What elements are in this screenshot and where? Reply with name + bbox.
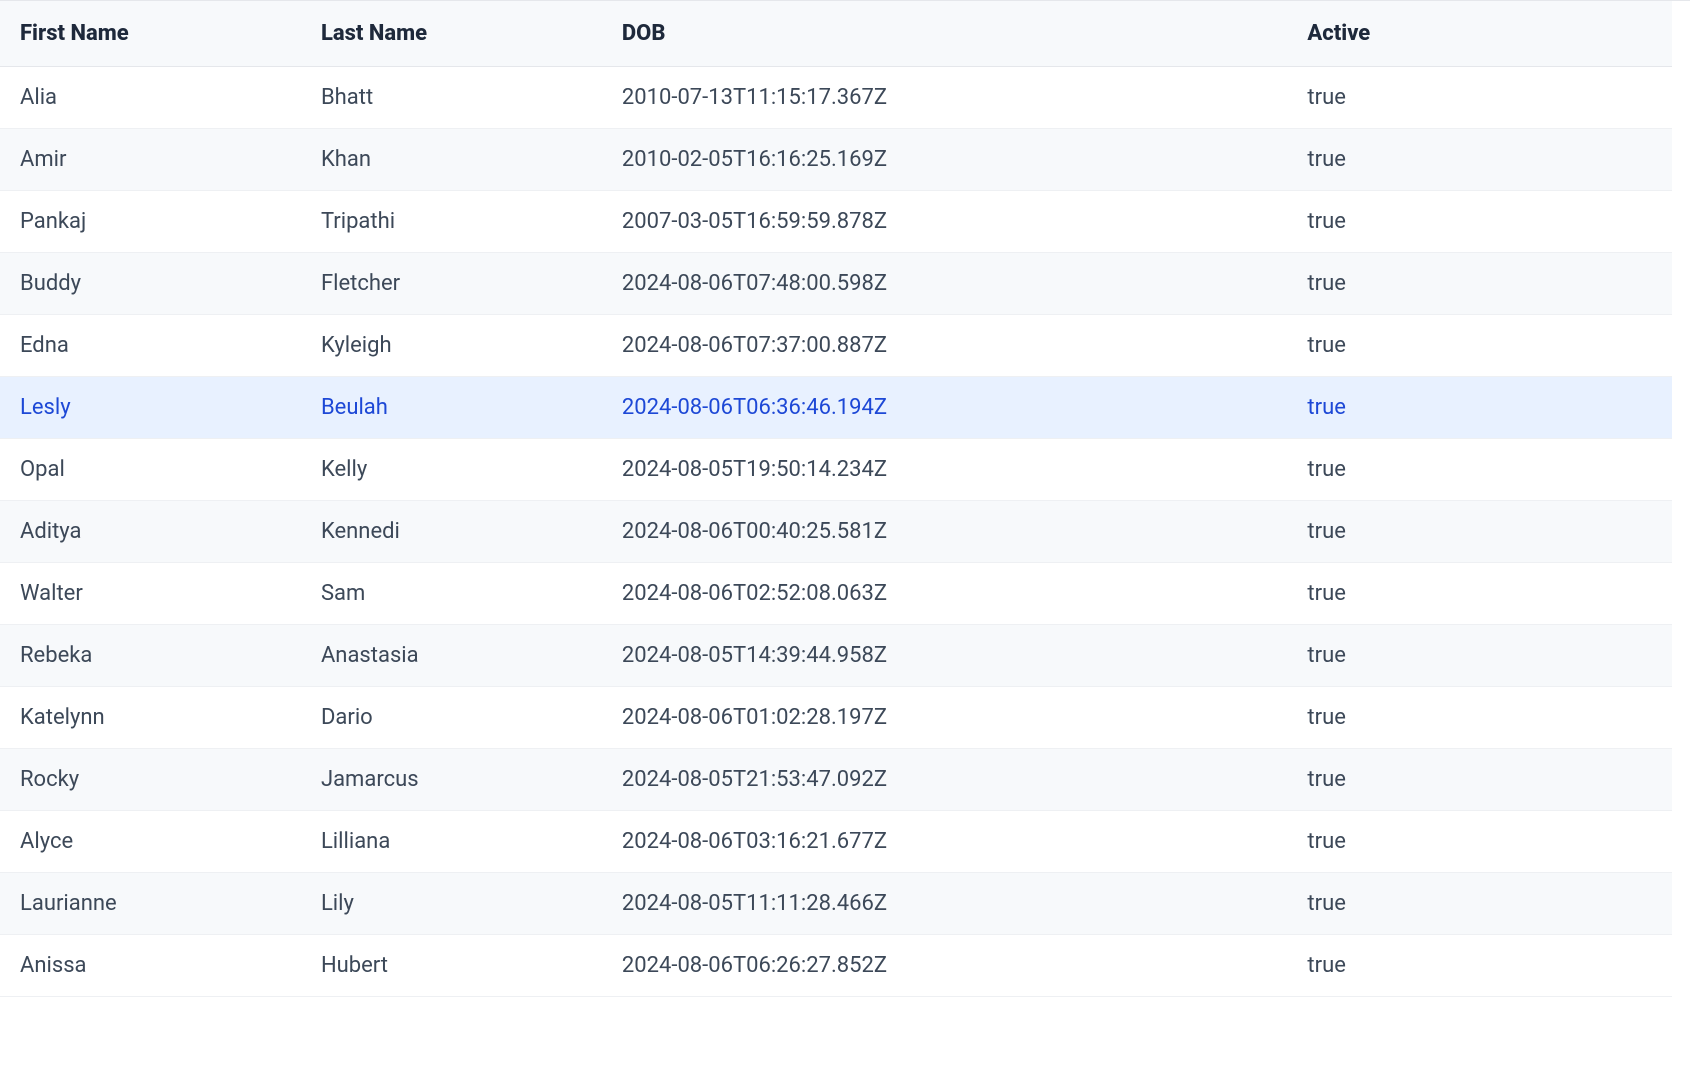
table-row[interactable]: BuddyFletcher2024-08-06T07:48:00.598Ztru… bbox=[0, 253, 1672, 315]
data-table: First Name Last Name DOB Active AliaBhat… bbox=[0, 1, 1672, 997]
table-row[interactable]: LeslyBeulah2024-08-06T06:36:46.194Ztrue bbox=[0, 377, 1672, 439]
cell-last-name: Beulah bbox=[301, 377, 602, 439]
cell-active: true bbox=[1287, 191, 1672, 253]
cell-dob: 2024-08-06T07:48:00.598Z bbox=[602, 253, 1288, 315]
cell-last-name: Lily bbox=[301, 873, 602, 935]
cell-first-name: Rebeka bbox=[0, 625, 301, 687]
cell-active: true bbox=[1287, 749, 1672, 811]
cell-dob: 2024-08-05T19:50:14.234Z bbox=[602, 439, 1288, 501]
cell-dob: 2024-08-06T02:52:08.063Z bbox=[602, 563, 1288, 625]
cell-active: true bbox=[1287, 439, 1672, 501]
cell-dob: 2024-08-06T07:37:00.887Z bbox=[602, 315, 1288, 377]
cell-first-name: Walter bbox=[0, 563, 301, 625]
table-row[interactable]: EdnaKyleigh2024-08-06T07:37:00.887Ztrue bbox=[0, 315, 1672, 377]
cell-last-name: Jamarcus bbox=[301, 749, 602, 811]
cell-first-name: Aditya bbox=[0, 501, 301, 563]
column-header-last-name[interactable]: Last Name bbox=[301, 1, 602, 67]
table-row[interactable]: AnissaHubert2024-08-06T06:26:27.852Ztrue bbox=[0, 935, 1672, 997]
cell-last-name: Kennedi bbox=[301, 501, 602, 563]
cell-last-name: Dario bbox=[301, 687, 602, 749]
cell-last-name: Hubert bbox=[301, 935, 602, 997]
table-body: AliaBhatt2010-07-13T11:15:17.367ZtrueAmi… bbox=[0, 67, 1672, 997]
cell-active: true bbox=[1287, 811, 1672, 873]
table-row[interactable]: KatelynnDario2024-08-06T01:02:28.197Ztru… bbox=[0, 687, 1672, 749]
table-row[interactable]: OpalKelly2024-08-05T19:50:14.234Ztrue bbox=[0, 439, 1672, 501]
cell-first-name: Buddy bbox=[0, 253, 301, 315]
cell-first-name: Alyce bbox=[0, 811, 301, 873]
cell-first-name: Edna bbox=[0, 315, 301, 377]
cell-active: true bbox=[1287, 563, 1672, 625]
table-header-row: First Name Last Name DOB Active bbox=[0, 1, 1672, 67]
column-header-active[interactable]: Active bbox=[1287, 1, 1672, 67]
cell-dob: 2010-07-13T11:15:17.367Z bbox=[602, 67, 1288, 129]
table-row[interactable]: LaurianneLily2024-08-05T11:11:28.466Ztru… bbox=[0, 873, 1672, 935]
cell-first-name: Pankaj bbox=[0, 191, 301, 253]
table-row[interactable]: AmirKhan2010-02-05T16:16:25.169Ztrue bbox=[0, 129, 1672, 191]
cell-dob: 2024-08-06T01:02:28.197Z bbox=[602, 687, 1288, 749]
table-row[interactable]: PankajTripathi2007-03-05T16:59:59.878Ztr… bbox=[0, 191, 1672, 253]
cell-active: true bbox=[1287, 67, 1672, 129]
cell-dob: 2007-03-05T16:59:59.878Z bbox=[602, 191, 1288, 253]
cell-first-name: Amir bbox=[0, 129, 301, 191]
cell-dob: 2024-08-06T06:36:46.194Z bbox=[602, 377, 1288, 439]
cell-dob: 2010-02-05T16:16:25.169Z bbox=[602, 129, 1288, 191]
cell-active: true bbox=[1287, 377, 1672, 439]
cell-active: true bbox=[1287, 687, 1672, 749]
cell-last-name: Bhatt bbox=[301, 67, 602, 129]
table-row[interactable]: WalterSam2024-08-06T02:52:08.063Ztrue bbox=[0, 563, 1672, 625]
cell-last-name: Anastasia bbox=[301, 625, 602, 687]
cell-active: true bbox=[1287, 501, 1672, 563]
column-header-dob[interactable]: DOB bbox=[602, 1, 1288, 67]
cell-dob: 2024-08-06T06:26:27.852Z bbox=[602, 935, 1288, 997]
cell-last-name: Fletcher bbox=[301, 253, 602, 315]
cell-last-name: Tripathi bbox=[301, 191, 602, 253]
table-row[interactable]: AlyceLilliana2024-08-06T03:16:21.677Ztru… bbox=[0, 811, 1672, 873]
cell-dob: 2024-08-05T14:39:44.958Z bbox=[602, 625, 1288, 687]
cell-active: true bbox=[1287, 625, 1672, 687]
table-row[interactable]: RebekaAnastasia2024-08-05T14:39:44.958Zt… bbox=[0, 625, 1672, 687]
data-table-container[interactable]: First Name Last Name DOB Active AliaBhat… bbox=[0, 0, 1690, 1070]
table-row[interactable]: AdityaKennedi2024-08-06T00:40:25.581Ztru… bbox=[0, 501, 1672, 563]
cell-last-name: Sam bbox=[301, 563, 602, 625]
cell-last-name: Kelly bbox=[301, 439, 602, 501]
table-row[interactable]: AliaBhatt2010-07-13T11:15:17.367Ztrue bbox=[0, 67, 1672, 129]
cell-dob: 2024-08-05T11:11:28.466Z bbox=[602, 873, 1288, 935]
cell-first-name: Laurianne bbox=[0, 873, 301, 935]
cell-active: true bbox=[1287, 253, 1672, 315]
cell-active: true bbox=[1287, 315, 1672, 377]
cell-first-name: Alia bbox=[0, 67, 301, 129]
cell-first-name: Opal bbox=[0, 439, 301, 501]
cell-first-name: Katelynn bbox=[0, 687, 301, 749]
cell-first-name: Lesly bbox=[0, 377, 301, 439]
cell-active: true bbox=[1287, 873, 1672, 935]
cell-dob: 2024-08-06T00:40:25.581Z bbox=[602, 501, 1288, 563]
cell-last-name: Kyleigh bbox=[301, 315, 602, 377]
cell-active: true bbox=[1287, 935, 1672, 997]
cell-dob: 2024-08-06T03:16:21.677Z bbox=[602, 811, 1288, 873]
cell-active: true bbox=[1287, 129, 1672, 191]
cell-last-name: Khan bbox=[301, 129, 602, 191]
cell-dob: 2024-08-05T21:53:47.092Z bbox=[602, 749, 1288, 811]
table-row[interactable]: RockyJamarcus2024-08-05T21:53:47.092Ztru… bbox=[0, 749, 1672, 811]
column-header-first-name[interactable]: First Name bbox=[0, 1, 301, 67]
cell-first-name: Rocky bbox=[0, 749, 301, 811]
table-header: First Name Last Name DOB Active bbox=[0, 1, 1672, 67]
cell-last-name: Lilliana bbox=[301, 811, 602, 873]
cell-first-name: Anissa bbox=[0, 935, 301, 997]
